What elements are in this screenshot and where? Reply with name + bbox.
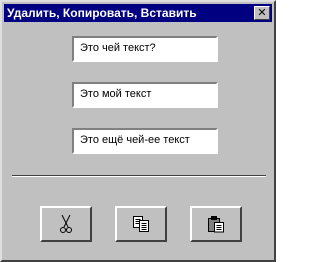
text-field-1[interactable]: Это чей текст?	[72, 36, 218, 62]
scissors-icon	[60, 214, 72, 233]
close-icon: ✕	[257, 6, 267, 19]
text-field-3[interactable]: Это ещё чей-ее текст	[72, 128, 218, 154]
dialog-window: Удалить, Копировать, Вставить ✕ Это чей …	[0, 0, 276, 262]
copy-button[interactable]	[115, 206, 167, 242]
title-bar[interactable]: Удалить, Копировать, Вставить ✕	[4, 4, 272, 22]
copy-icon	[133, 216, 149, 232]
paste-icon	[208, 216, 224, 233]
separator-line	[12, 175, 266, 177]
text-field-2[interactable]: Это мой текст	[72, 82, 218, 108]
cut-button[interactable]	[40, 206, 92, 242]
window-title: Удалить, Копировать, Вставить	[7, 6, 197, 20]
close-button[interactable]: ✕	[254, 6, 270, 20]
paste-button[interactable]	[190, 206, 242, 242]
